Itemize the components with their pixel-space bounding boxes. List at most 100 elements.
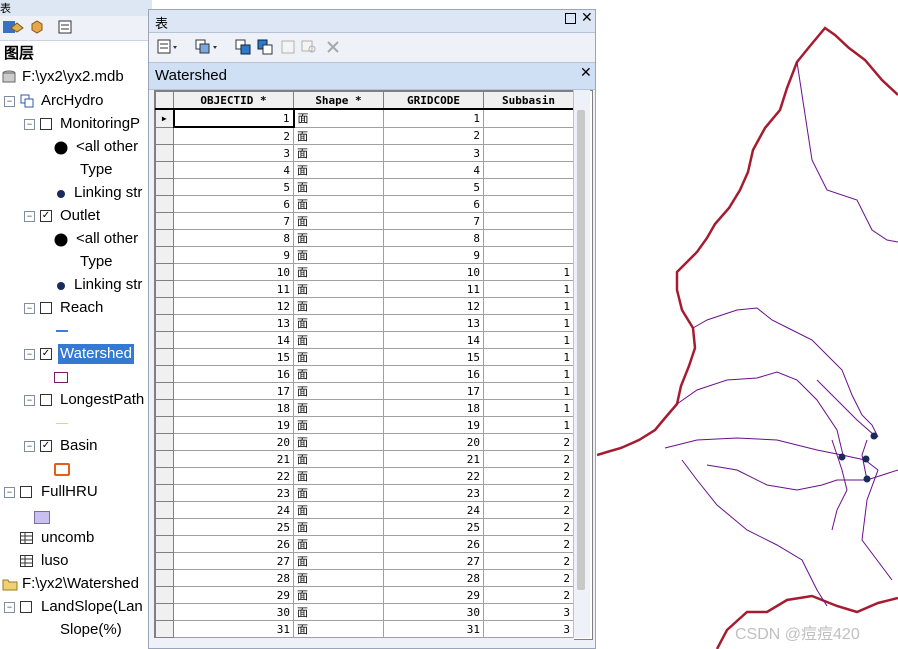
cell-subbasin[interactable] bbox=[483, 161, 574, 179]
table-options-icon[interactable] bbox=[157, 39, 179, 55]
cell-objectid[interactable]: 11 bbox=[173, 280, 294, 298]
cell-subbasin[interactable] bbox=[483, 178, 574, 196]
cell-objectid[interactable]: 5 bbox=[173, 178, 294, 196]
cell-gridcode[interactable]: 30 bbox=[383, 603, 484, 621]
cell-shape[interactable]: 面 bbox=[293, 569, 384, 587]
cell-gridcode[interactable]: 8 bbox=[383, 229, 484, 247]
row-header[interactable] bbox=[155, 399, 174, 417]
cell-objectid[interactable]: 30 bbox=[173, 603, 294, 621]
cell-gridcode[interactable]: 22 bbox=[383, 467, 484, 485]
cell-shape[interactable]: 面 bbox=[293, 263, 384, 281]
visibility-checkbox[interactable]: ✓ bbox=[40, 440, 52, 452]
cell-shape[interactable]: 面 bbox=[293, 314, 384, 332]
table-tab[interactable]: Watershed ✕ bbox=[149, 62, 595, 90]
cell-shape[interactable]: 面 bbox=[293, 433, 384, 451]
cell-subbasin[interactable] bbox=[483, 212, 574, 230]
cell-objectid[interactable]: 27 bbox=[173, 552, 294, 570]
row-header[interactable] bbox=[155, 569, 174, 587]
cell-objectid[interactable]: 19 bbox=[173, 416, 294, 434]
list-by-source-icon[interactable] bbox=[10, 20, 24, 34]
cell-gridcode[interactable]: 11 bbox=[383, 280, 484, 298]
cell-gridcode[interactable]: 31 bbox=[383, 620, 484, 638]
cell-objectid[interactable]: 3 bbox=[173, 144, 294, 162]
row-header[interactable] bbox=[155, 416, 174, 434]
cell-objectid[interactable]: 23 bbox=[173, 484, 294, 502]
cell-gridcode[interactable]: 5 bbox=[383, 178, 484, 196]
cell-objectid[interactable]: 25 bbox=[173, 518, 294, 536]
cell-subbasin[interactable]: 2 bbox=[483, 484, 574, 502]
visibility-checkbox[interactable] bbox=[40, 302, 52, 314]
table-row[interactable]: 18 面 18 1 bbox=[155, 399, 574, 417]
cell-objectid[interactable]: 26 bbox=[173, 535, 294, 553]
visibility-checkbox[interactable]: ✓ bbox=[40, 210, 52, 222]
cell-objectid[interactable]: 7 bbox=[173, 212, 294, 230]
cell-subbasin[interactable]: 1 bbox=[483, 416, 574, 434]
cell-gridcode[interactable]: 17 bbox=[383, 382, 484, 400]
cell-shape[interactable]: 面 bbox=[293, 518, 384, 536]
cell-shape[interactable]: 面 bbox=[293, 161, 384, 179]
collapse-icon[interactable]: − bbox=[4, 487, 15, 498]
cell-gridcode[interactable]: 9 bbox=[383, 246, 484, 264]
cell-subbasin[interactable]: 2 bbox=[483, 501, 574, 519]
collapse-icon[interactable]: − bbox=[24, 395, 35, 406]
cell-subbasin[interactable]: 2 bbox=[483, 552, 574, 570]
current-row-indicator[interactable]: ▶ bbox=[155, 108, 174, 128]
cell-gridcode[interactable]: 27 bbox=[383, 552, 484, 570]
table-row[interactable]: 15 面 15 1 bbox=[155, 348, 574, 366]
column-header-subbasin[interactable]: Subbasin bbox=[483, 91, 574, 110]
table-row[interactable]: 9面9 bbox=[155, 246, 574, 264]
close-tab-icon[interactable]: ✕ bbox=[580, 65, 592, 81]
visibility-checkbox[interactable] bbox=[20, 601, 32, 613]
cell-objectid[interactable]: 17 bbox=[173, 382, 294, 400]
cell-subbasin[interactable]: 1 bbox=[483, 314, 574, 332]
cell-objectid[interactable]: 29 bbox=[173, 586, 294, 604]
cell-gridcode[interactable]: 26 bbox=[383, 535, 484, 553]
table-row[interactable]: 10 面 10 1 bbox=[155, 263, 574, 281]
cell-gridcode[interactable]: 14 bbox=[383, 331, 484, 349]
table-row[interactable]: 24 面 24 2 bbox=[155, 501, 574, 519]
select-by-attributes-icon[interactable] bbox=[235, 39, 251, 55]
collapse-icon[interactable]: − bbox=[4, 96, 15, 107]
collapse-icon[interactable]: − bbox=[24, 303, 35, 314]
row-header[interactable] bbox=[155, 365, 174, 383]
table-row[interactable]: 6面6 bbox=[155, 195, 574, 213]
table-row[interactable]: 2面2 bbox=[155, 126, 574, 145]
cell-objectid[interactable]: 24 bbox=[173, 501, 294, 519]
cell-subbasin[interactable] bbox=[483, 144, 574, 162]
row-header[interactable] bbox=[155, 518, 174, 536]
cell-subbasin[interactable]: 2 bbox=[483, 586, 574, 604]
visibility-checkbox[interactable]: ✓ bbox=[40, 348, 52, 360]
cell-gridcode[interactable]: 15 bbox=[383, 348, 484, 366]
map-view[interactable] bbox=[597, 0, 898, 649]
cell-shape[interactable]: 面 bbox=[293, 450, 384, 468]
cell-subbasin[interactable] bbox=[483, 195, 574, 213]
collapse-icon[interactable]: − bbox=[24, 119, 35, 130]
table-row[interactable]: ▶ 1 面 1 bbox=[155, 108, 574, 128]
row-header[interactable] bbox=[155, 603, 174, 621]
cell-subbasin[interactable]: 1 bbox=[483, 263, 574, 281]
table-row[interactable]: 14 面 14 1 bbox=[155, 331, 574, 349]
cell-subbasin[interactable]: 2 bbox=[483, 433, 574, 451]
row-header[interactable] bbox=[155, 484, 174, 502]
cell-objectid[interactable]: 9 bbox=[173, 246, 294, 264]
cell-shape[interactable]: 面 bbox=[293, 620, 384, 638]
cell-shape[interactable]: 面 bbox=[293, 382, 384, 400]
cell-gridcode[interactable]: 2 bbox=[383, 126, 484, 145]
cell-gridcode[interactable]: 6 bbox=[383, 195, 484, 213]
cell-shape[interactable]: 面 bbox=[293, 144, 384, 162]
cell-shape[interactable]: 面 bbox=[293, 586, 384, 604]
visibility-checkbox[interactable] bbox=[40, 394, 52, 406]
cell-gridcode[interactable]: 24 bbox=[383, 501, 484, 519]
cell-shape[interactable]: 面 bbox=[293, 484, 384, 502]
cell-shape[interactable]: 面 bbox=[293, 246, 384, 264]
row-header[interactable] bbox=[155, 229, 174, 247]
cell-subbasin[interactable]: 1 bbox=[483, 280, 574, 298]
cell-objectid[interactable]: 31 bbox=[173, 620, 294, 638]
table-row[interactable]: 7面7 bbox=[155, 212, 574, 230]
close-icon[interactable]: ✕ bbox=[581, 10, 593, 26]
visibility-checkbox[interactable] bbox=[40, 118, 52, 130]
cell-shape[interactable]: 面 bbox=[293, 229, 384, 247]
cell-gridcode[interactable]: 10 bbox=[383, 263, 484, 281]
table-row[interactable]: 8面8 bbox=[155, 229, 574, 247]
cell-objectid[interactable]: 8 bbox=[173, 229, 294, 247]
